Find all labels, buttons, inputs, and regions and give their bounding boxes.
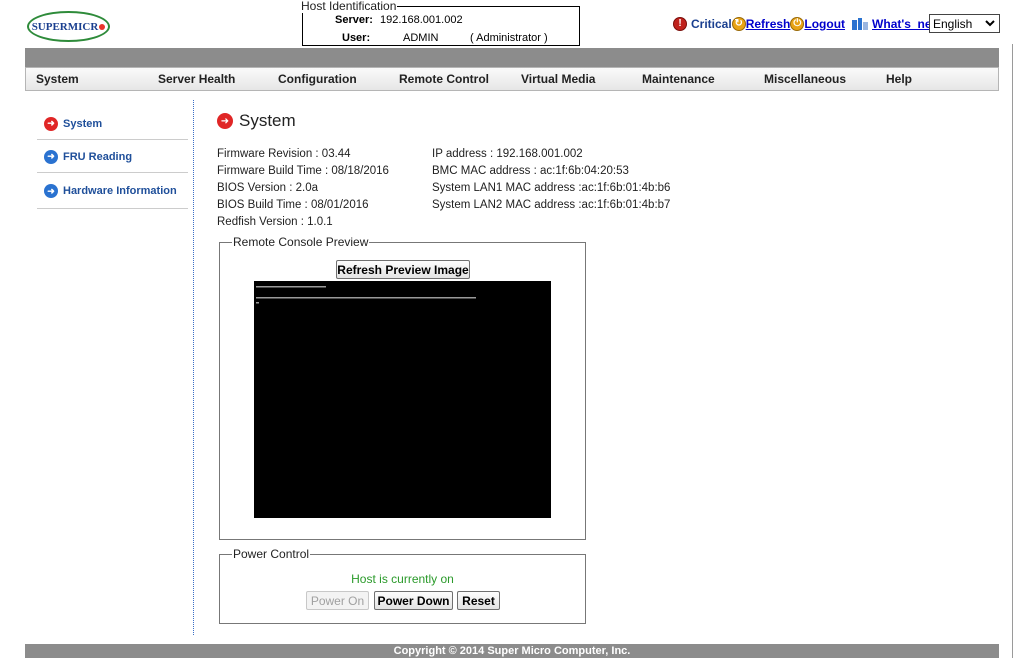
remote-console-legend: Remote Console Preview bbox=[232, 235, 370, 249]
sidebar-item-label: Hardware Information bbox=[63, 185, 177, 197]
arrow-right-icon: ➜ bbox=[217, 113, 233, 129]
header-band bbox=[25, 48, 999, 67]
nav-server-health[interactable]: Server Health bbox=[158, 68, 235, 90]
ip-address: IP address : 192.168.001.002 bbox=[432, 148, 583, 160]
sidebar-divider bbox=[193, 100, 194, 635]
page-title-text: System bbox=[239, 111, 296, 130]
logout-link[interactable]: Logout bbox=[804, 17, 845, 31]
chevron-down-icon bbox=[985, 18, 995, 31]
sidebar-item-label: System bbox=[63, 117, 103, 130]
console-preview-image[interactable] bbox=[254, 281, 551, 518]
server-row: Server: 192.168.001.002 bbox=[335, 13, 463, 27]
firmware-build-time: Firmware Build Time : 08/18/2016 bbox=[217, 165, 389, 177]
server-label: Server: bbox=[335, 14, 373, 26]
power-on-button[interactable]: Power On bbox=[306, 591, 369, 610]
language-select[interactable]: English bbox=[929, 14, 1000, 33]
supermicro-logo: SUPERMICR bbox=[27, 11, 110, 42]
footer-copyright: Copyright © 2014 Super Micro Computer, I… bbox=[25, 644, 999, 658]
nav-miscellaneous[interactable]: Miscellaneous bbox=[764, 68, 846, 90]
network-info: IP address : 192.168.001.002 BMC MAC add… bbox=[432, 146, 670, 214]
sidebar-item-hardware-information[interactable]: ➜ Hardware Information bbox=[37, 174, 188, 209]
firmware-info: Firmware Revision : 03.44 Firmware Build… bbox=[217, 146, 389, 231]
nav-configuration[interactable]: Configuration bbox=[278, 68, 357, 90]
nav-system[interactable]: System bbox=[36, 68, 79, 90]
reset-button[interactable]: Reset bbox=[457, 591, 500, 610]
bios-build-time: BIOS Build Time : 08/01/2016 bbox=[217, 199, 369, 211]
nav-help[interactable]: Help bbox=[886, 68, 912, 90]
language-selected: English bbox=[933, 16, 973, 31]
refresh-link[interactable]: Refresh bbox=[746, 17, 791, 31]
page-title: ➜ System bbox=[217, 111, 296, 131]
arrow-right-icon: ➜ bbox=[44, 116, 58, 131]
scrollbar-edge[interactable] bbox=[1012, 44, 1013, 658]
redfish-version: Redfish Version : 1.0.1 bbox=[217, 216, 333, 228]
user-role: ( Administrator ) bbox=[470, 32, 548, 44]
critical-link[interactable]: Critical bbox=[691, 17, 732, 31]
bmc-mac-address: BMC MAC address : ac:1f:6b:04:20:53 bbox=[432, 165, 629, 177]
logo-text: SUPERMICR bbox=[31, 20, 99, 33]
host-identification-legend: Host Identification bbox=[300, 0, 398, 13]
refresh-preview-button[interactable]: Refresh Preview Image bbox=[336, 260, 470, 279]
arrow-right-icon: ➜ bbox=[44, 149, 58, 164]
logout-icon: ⏻ bbox=[790, 16, 805, 31]
bios-version: BIOS Version : 2.0a bbox=[217, 182, 319, 194]
sidebar-item-system[interactable]: ➜ System bbox=[37, 108, 188, 140]
host-status-text: Host is currently on bbox=[351, 572, 454, 586]
nav-maintenance[interactable]: Maintenance bbox=[642, 68, 715, 90]
user-row: User: ADMIN ( Administrator ) bbox=[342, 31, 548, 45]
firmware-revision: Firmware Revision : 03.44 bbox=[217, 148, 351, 160]
power-down-button[interactable]: Power Down bbox=[374, 591, 453, 610]
refresh-icon: ↻ bbox=[731, 16, 746, 31]
top-links: ! Critical ↻ Refresh ⏻ Logout What's_new bbox=[673, 15, 941, 32]
nav-virtual-media[interactable]: Virtual Media bbox=[521, 68, 595, 90]
server-value: 192.168.001.002 bbox=[379, 14, 463, 26]
power-control-legend: Power Control bbox=[232, 547, 311, 561]
console-text-graphic bbox=[256, 286, 476, 304]
sidebar-item-fru-reading[interactable]: ➜ FRU Reading bbox=[37, 141, 188, 173]
power-control-fieldset bbox=[219, 554, 586, 624]
critical-icon: ! bbox=[673, 16, 687, 31]
user-value: ADMIN bbox=[403, 32, 439, 44]
arrow-right-icon: ➜ bbox=[44, 184, 58, 198]
logo-dot-icon bbox=[99, 23, 106, 30]
sidebar-item-label: FRU Reading bbox=[63, 150, 133, 163]
user-label: User: bbox=[342, 32, 371, 44]
main-nav: System Server Health Configuration Remot… bbox=[25, 67, 999, 91]
lan1-mac-address: System LAN1 MAC address :ac:1f:6b:01:4b:… bbox=[432, 182, 671, 194]
lan2-mac-address: System LAN2 MAC address :ac:1f:6b:01:4b:… bbox=[432, 199, 671, 211]
nav-remote-control[interactable]: Remote Control bbox=[399, 68, 489, 90]
whats-new-icon bbox=[851, 16, 870, 31]
